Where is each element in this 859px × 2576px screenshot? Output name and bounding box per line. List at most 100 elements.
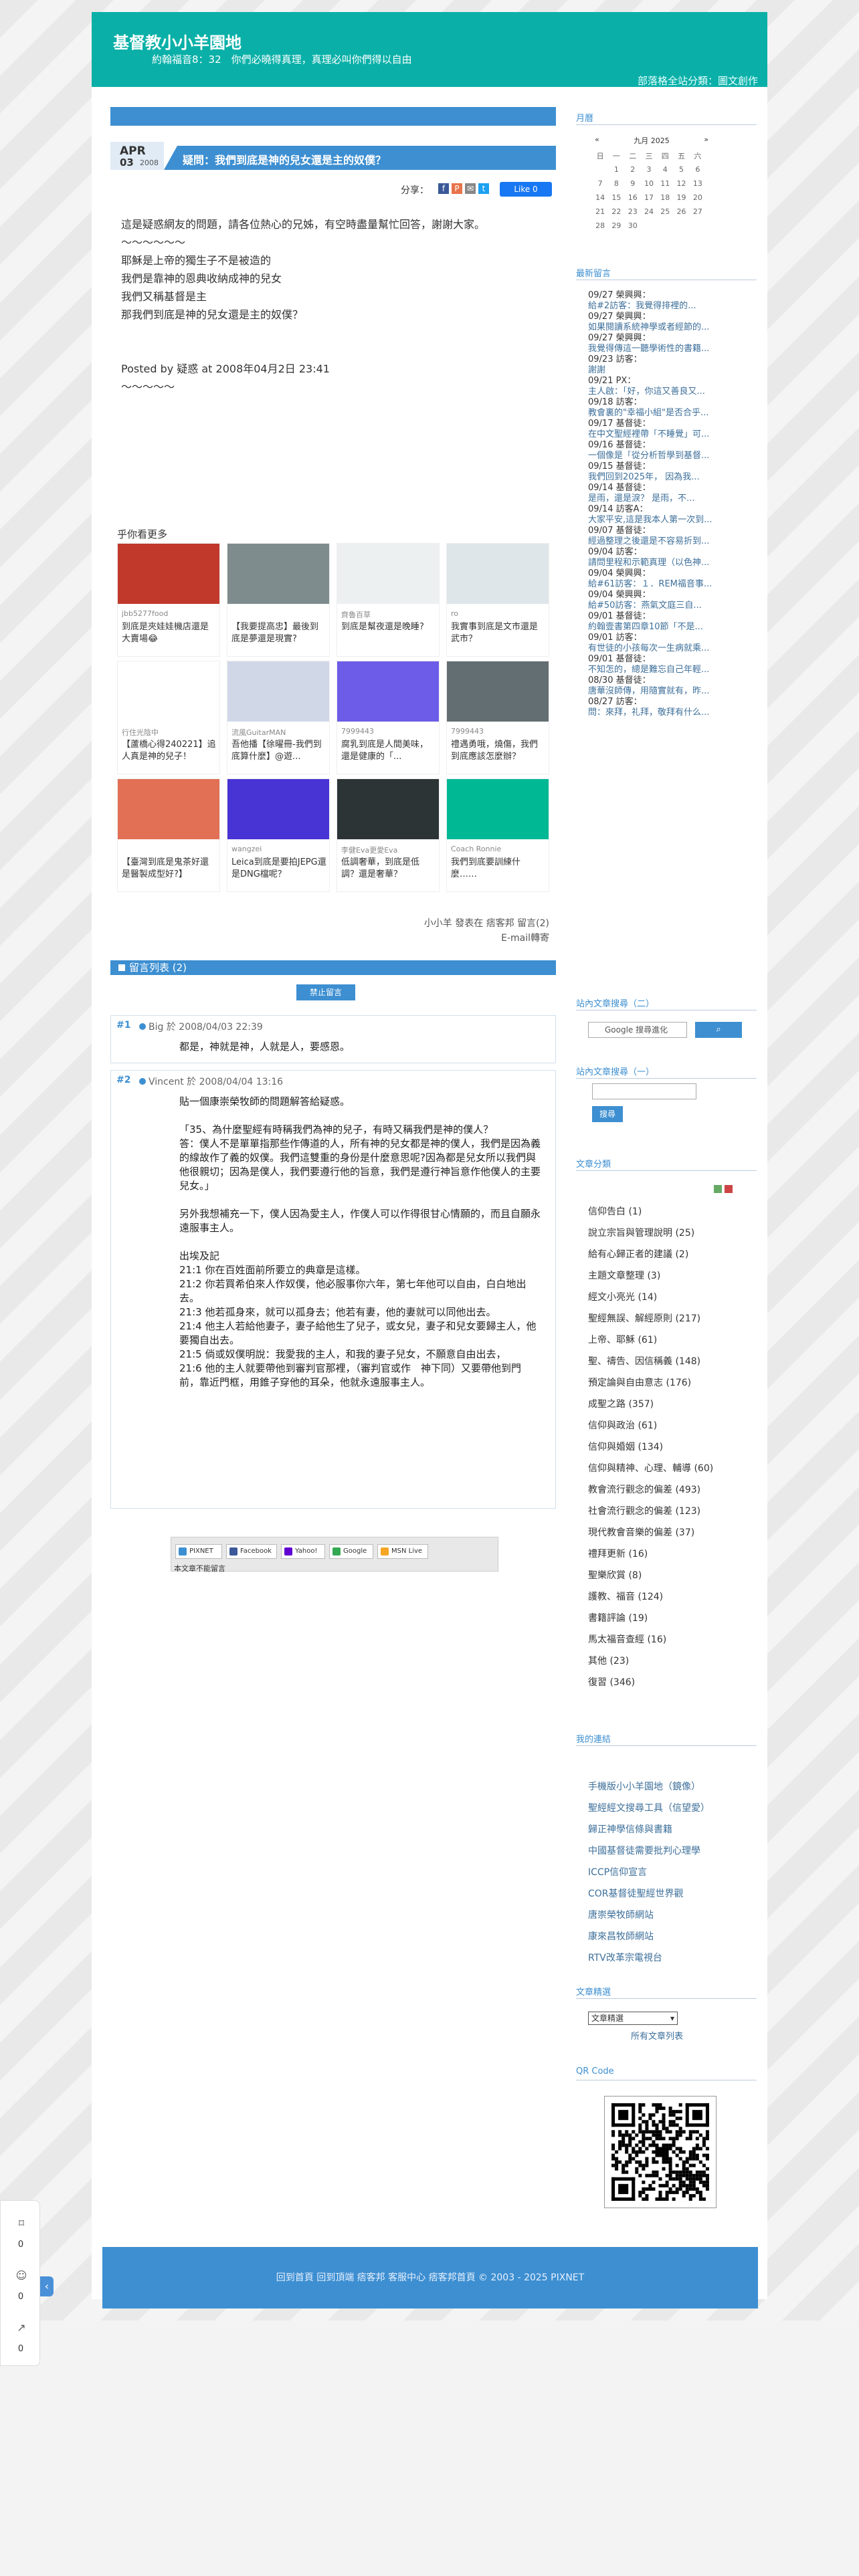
calendar-day[interactable]: 1 [608,163,624,177]
email-forward-link[interactable]: E-mail轉寄 [424,931,549,946]
calendar-day[interactable]: 4 [657,163,673,177]
category-item[interactable]: 護教、福音 (124) [588,1586,755,1608]
recent-comment[interactable]: 09/15 基督徒： 我們回到2025年， 因為我... [588,461,755,483]
recent-comment[interactable]: 09/04 榮興興： 給#50訪客：燕氣文庭三自... [588,590,755,611]
calendar-day[interactable]: 7 [592,177,608,191]
calendar-day[interactable]: 2 [625,163,641,177]
twitter-share-icon[interactable]: t [478,183,489,194]
category-item[interactable]: 預定論與自由意志 (176) [588,1372,755,1394]
related-card[interactable]: 齊魯百草 到底是幫夜還是晚睡? [337,543,440,657]
link-item[interactable]: 手機版小小羊園地（鏡像） [588,1776,755,1798]
recent-comment[interactable]: 09/04 榮興興： 給#61訪客：１．REM福音事... [588,568,755,590]
bookmark-icon[interactable]: ⌑ [14,2217,29,2232]
link-item[interactable]: 歸正神學信條與書籍 [588,1819,755,1840]
google-search-button[interactable]: ⌕ [695,1022,742,1038]
expand-icon[interactable] [714,1185,722,1193]
recent-comment[interactable]: 09/01 基督徒： 約翰壹書第四章10節「不是... [588,611,755,633]
category-item[interactable]: 禮拜更新 (16) [588,1543,755,1565]
related-card[interactable]: 7999443 禮遇勇哦，燒傷，我們到底應該怎麼辦？ [446,661,549,774]
category-item[interactable]: 信仰與精神、心理、輔導 (60) [588,1458,755,1479]
recent-comment[interactable]: 09/18 訪客： 教會裏的"幸福小組"是否合乎... [588,397,755,419]
related-card[interactable]: wangzei Leica到底是要拍JEPG還是DNG檔呢？ [227,778,330,892]
calendar-day[interactable]: 22 [608,205,624,219]
calendar-day[interactable]: 20 [690,191,706,205]
recent-comment[interactable]: 09/27 榮興興： 我覺得傳這一聽學術性的書籍... [588,333,755,354]
collapse-panel-icon[interactable]: ‹ [40,2276,54,2296]
category-item[interactable]: 聖經無誤、解經原則 (217) [588,1308,755,1329]
recent-comment[interactable]: 08/27 訪客： 問：來拜，礼拜，敬拜有什么... [588,697,755,718]
bookmark-google[interactable]: Google [329,1544,373,1559]
category-item[interactable]: 信仰與政治 (61) [588,1415,755,1436]
category-item[interactable]: 經文小亮光 (14) [588,1287,755,1308]
calendar-day[interactable]: 6 [690,163,706,177]
reaction-icon[interactable]: ☺ [14,2269,29,2284]
category-item[interactable]: 主題文章整理 (3) [588,1265,755,1287]
calendar-day[interactable]: 13 [690,177,706,191]
calendar-day[interactable]: 15 [608,191,624,205]
recent-comment[interactable]: 09/14 基督徒： 是雨，還是淚？ 是雨，不... [588,483,755,504]
recent-comment[interactable]: 08/30 基督徒： 唐華沒師傳，用隨實就有，昨... [588,675,755,697]
link-item[interactable]: 中國基督徒需要批判心理學 [588,1840,755,1862]
recent-comment[interactable]: 09/04 訪客： 請問里程和示範真理（以色神... [588,547,755,568]
facebook-like-button[interactable]: Like 0 [500,182,552,197]
related-card[interactable]: jbb5277food 到底是夾娃娃機店還是大賣場😂 [117,543,220,657]
category-item[interactable]: 給有心歸正者的建議 (2) [588,1244,755,1265]
all-posts-link[interactable]: 所有文章列表 [631,2029,683,2042]
category-item[interactable]: 書籍評論 (19) [588,1608,755,1629]
calendar-day[interactable]: 23 [625,205,641,219]
prev-month-icon[interactable]: « [595,135,599,144]
category-item[interactable]: 馬太福音查經 (16) [588,1629,755,1650]
calendar-day[interactable]: 28 [592,219,608,233]
calendar-day[interactable]: 27 [690,205,706,219]
link-item[interactable]: 唐崇榮牧師網站 [588,1905,755,1926]
calendar-day[interactable]: 30 [625,219,641,233]
category-item[interactable]: 信仰與婚姻 (134) [588,1436,755,1458]
category-item[interactable]: 復習 (346) [588,1672,755,1693]
recent-comment[interactable]: 09/16 基督徒： 一個像是「從分析哲學到基督... [588,440,755,461]
calendar-day[interactable]: 17 [641,191,657,205]
recent-comment[interactable]: 09/01 訪客： 有世徒的小孩每次一生病就乘... [588,633,755,654]
bookmark-msn[interactable]: MSN Live [377,1544,428,1559]
category-item[interactable]: 成聖之路 (357) [588,1394,755,1415]
recent-comment[interactable]: 09/17 基督徒： 在中文聖經裡帶「不睡覺」可... [588,419,755,440]
link-item[interactable]: 康來昌牧師網站 [588,1926,755,1947]
related-card[interactable]: 【臺灣到底是鬼茶好還是醫製成型好?】 [117,778,220,892]
related-card[interactable]: 行住光陰中 【蘆橋心得240221】追人真是神的兒子！ [117,661,220,774]
calendar-day[interactable]: 19 [673,191,689,205]
link-item[interactable]: RTV改革宗電視台 [588,1947,755,1969]
recent-comment[interactable]: 09/21 PX： 主人啟：「好，你這又善良又... [588,376,755,397]
calendar-day[interactable]: 9 [625,177,641,191]
email-share-icon[interactable]: ✉ [465,183,476,194]
related-card[interactable]: ro 我實事到底是文市還是武市？ [446,543,549,657]
calendar-day[interactable]: 8 [608,177,624,191]
category-item[interactable]: 社會流行觀念的偏差 (123) [588,1501,755,1522]
category-link[interactable]: 部落格全站分類：圖文創作 [638,74,758,88]
link-item[interactable]: ICCP信仰宣言 [588,1862,755,1883]
footer-links[interactable]: 回到首頁 回到頂端 痞客邦 客服中心 痞客邦首頁 [276,2272,476,2283]
facebook-share-icon[interactable]: f [438,183,449,194]
google-search-input[interactable]: Google 搜尋進化 [588,1022,687,1038]
plurk-share-icon[interactable]: P [452,183,462,194]
category-item[interactable]: 上帝、耶穌 (61) [588,1329,755,1351]
calendar-day[interactable]: 18 [657,191,673,205]
calendar-day[interactable]: 14 [592,191,608,205]
related-card[interactable]: 【我要提高忠】最後到底是夢還是現實? [227,543,330,657]
recent-comment[interactable]: 09/27 榮興興： 給#2訪客：我覺得排裡的... [588,290,755,312]
calendar-day[interactable]: 16 [625,191,641,205]
related-card[interactable]: 流風GuitarMAN 吾他播【徐曜冊-我們到底算什麼】@遊... [227,661,330,774]
recent-comment[interactable]: 09/27 榮興興： 如果閱讀系統神學或者經節的... [588,312,755,333]
category-item[interactable]: 聖、禱告、因信稱義 (148) [588,1351,755,1372]
recent-comment[interactable]: 09/01 基督徒： 不知怎的，總是難忘自己年輕... [588,654,755,675]
category-item[interactable]: 聖樂欣賞 (8) [588,1565,755,1586]
recent-comment[interactable]: 09/07 基督徒： 經過整理之後還是不容易折到... [588,526,755,547]
bookmark-pixnet[interactable]: PIXNET [175,1544,222,1559]
site-search-button[interactable]: 搜尋 [592,1106,623,1122]
link-item[interactable]: 聖經經文搜尋工具（信望愛） [588,1798,755,1819]
bookmark-yahoo[interactable]: Yahoo! [281,1544,325,1559]
category-item[interactable]: 信仰告白 (1) [588,1201,755,1222]
recent-comment[interactable]: 09/14 訪客A： 大家平安,這是我本人第一次到... [588,504,755,526]
calendar-day[interactable]: 26 [673,205,689,219]
calendar-day[interactable]: 29 [608,219,624,233]
calendar-day[interactable]: 24 [641,205,657,219]
calendar-day[interactable]: 5 [673,163,689,177]
